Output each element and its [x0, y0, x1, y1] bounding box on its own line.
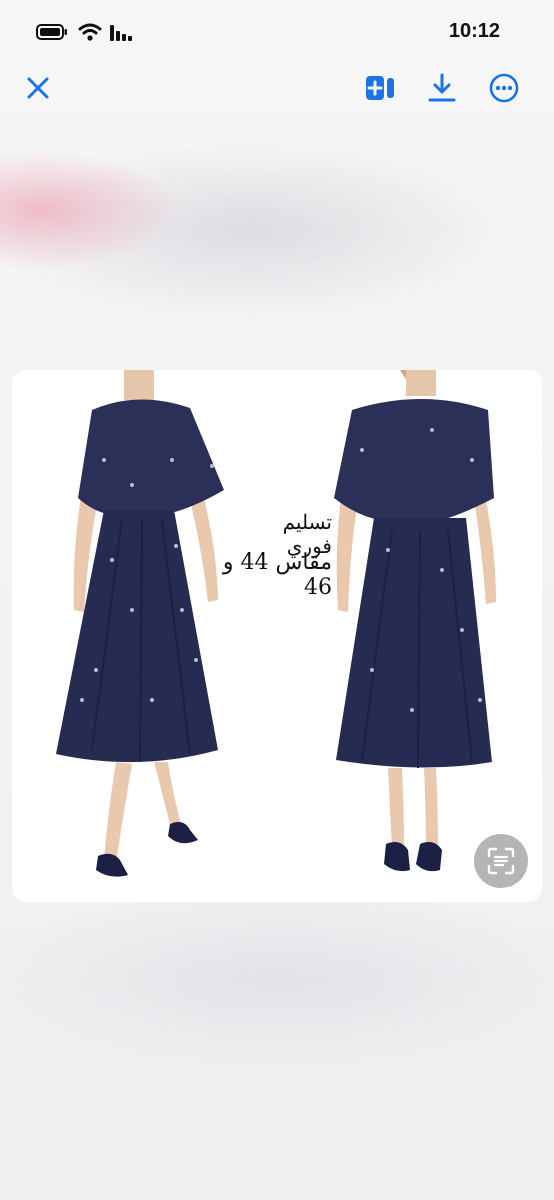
caption-sizes: مقاس 44 و 46 — [222, 550, 332, 600]
close-button[interactable] — [16, 66, 60, 110]
viewer-toolbar — [0, 66, 554, 116]
more-icon — [489, 73, 519, 103]
wifi-icon — [78, 23, 102, 41]
text-scan-icon — [487, 847, 515, 875]
more-options-button[interactable] — [482, 66, 526, 110]
live-text-button[interactable] — [474, 834, 528, 888]
download-button[interactable] — [420, 66, 464, 110]
add-to-card-icon — [366, 76, 394, 100]
cellular-signal-icon — [110, 25, 132, 41]
status-bar: 10:12 — [0, 0, 554, 60]
battery-icon — [36, 24, 67, 40]
download-icon — [428, 73, 456, 102]
status-time: 10:12 — [448, 20, 500, 42]
dress-product-photo — [12, 370, 542, 902]
add-to-card-button[interactable] — [358, 66, 402, 110]
photo-preview: تسليم فوري مقاس 44 و 46 — [12, 370, 542, 902]
close-icon — [27, 77, 49, 99]
